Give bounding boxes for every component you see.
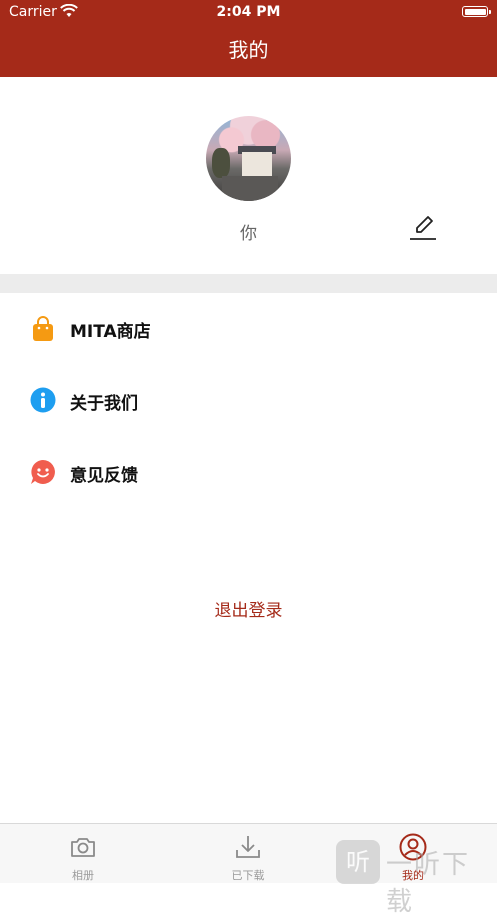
menu-item-label: 关于我们	[70, 394, 138, 414]
status-time: 2:04 PM	[216, 4, 281, 20]
menu-item-label: 意见反馈	[70, 466, 138, 486]
menu-item-label: MITA商店	[70, 322, 151, 342]
menu-item-feedback[interactable]: 意见反馈	[0, 445, 497, 501]
camera-icon	[71, 838, 95, 857]
tab-label: 已下载	[231, 869, 265, 882]
tab-label: 相册	[72, 869, 94, 882]
app-header: Carrier 2:04 PM 我的	[0, 0, 497, 77]
watermark-logo: 听	[336, 840, 380, 884]
smile-chat-icon	[31, 460, 55, 484]
menu-item-about[interactable]: 关于我们	[0, 373, 497, 429]
edit-profile-icon[interactable]	[408, 212, 438, 242]
watermark: 听 一听下载	[336, 838, 496, 917]
tab-downloaded[interactable]: 已下载	[198, 824, 298, 884]
tab-album[interactable]: 相册	[33, 824, 133, 884]
battery-icon	[462, 6, 491, 17]
shopping-bag-icon	[33, 316, 53, 341]
info-icon	[30, 387, 56, 413]
menu-item-store[interactable]: MITA商店	[0, 301, 497, 357]
download-icon	[236, 836, 260, 858]
avatar[interactable]	[206, 116, 291, 201]
logout-button[interactable]: 退出登录	[0, 596, 497, 621]
section-divider	[0, 274, 497, 293]
page-title: 我的	[228, 38, 269, 62]
status-bar: Carrier 2:04 PM	[0, 0, 497, 26]
watermark-text: 一听下载	[386, 850, 471, 917]
